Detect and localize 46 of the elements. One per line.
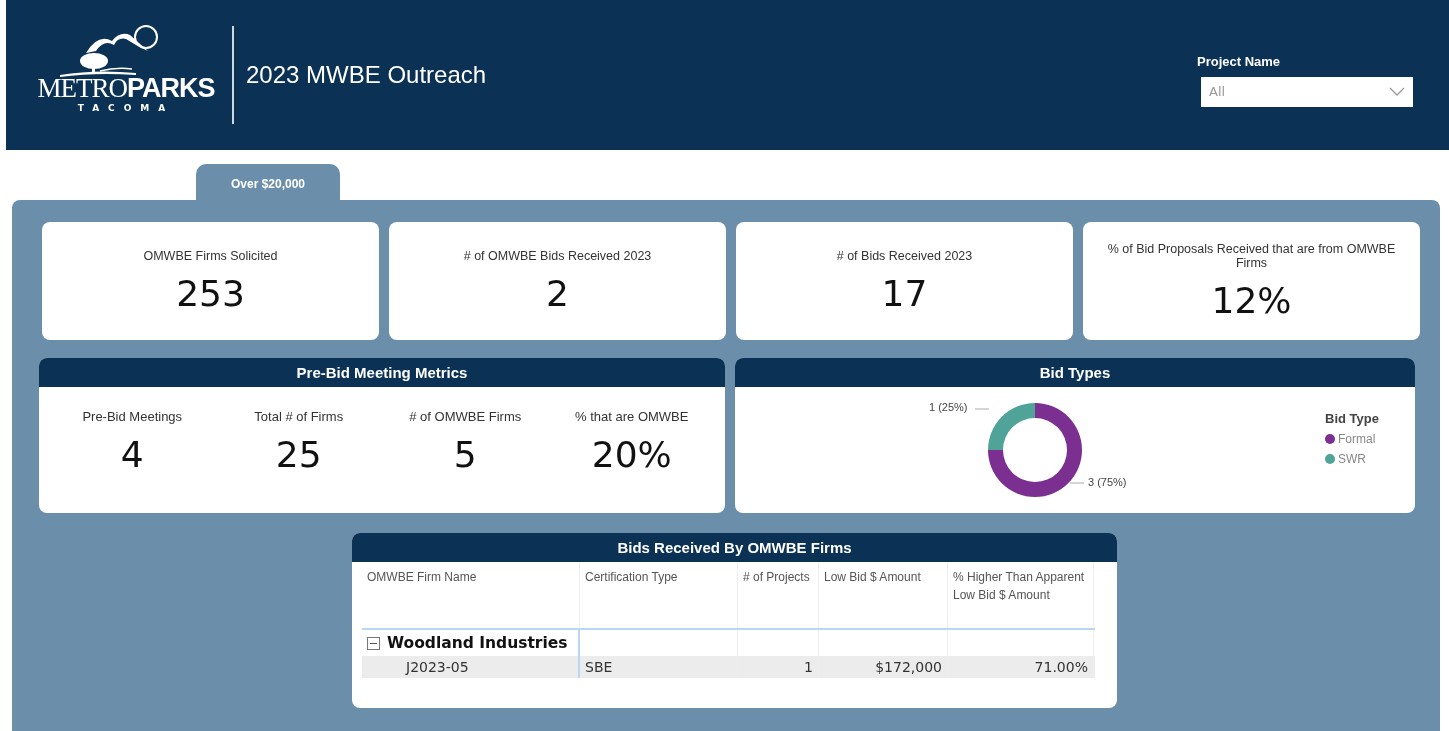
metric-label: Total # of Firms (254, 409, 344, 424)
kpi-value: 17 (881, 272, 928, 314)
column-header: % Higher Than Apparent Low Bid $ Amount (948, 562, 1094, 628)
table-cell: 1 (738, 656, 819, 678)
logo-subtitle: TACOMA (77, 103, 175, 113)
column-header: Low Bid $ Amount (819, 562, 948, 628)
metric-label: # of OMWBE Firms (409, 409, 522, 424)
card-title: Bids Received By OMWBE Firms (352, 533, 1117, 562)
group-name: Woodland Industries (387, 634, 568, 652)
legend-label: SWR (1338, 452, 1366, 466)
metric-label: % that are OMWBE (575, 409, 689, 424)
legend-label: Formal (1338, 432, 1376, 446)
kpi-label: OMWBE Firms Solicited (143, 248, 278, 263)
data-label: 3 (75%) (1088, 476, 1127, 488)
table-cell: J2023-05 (362, 656, 580, 678)
table-cell: 71.00% (948, 656, 1094, 678)
leader-line (1070, 482, 1084, 484)
kpi-value: 2 (546, 272, 569, 314)
logo-text: PARKS (127, 73, 215, 103)
tab[interactable]: Over $20,000 (196, 164, 340, 200)
kpi-label: % of Bid Proposals Received that are from OMWBE Firms (1107, 241, 1396, 270)
project-dropdown[interactable]: All (1201, 76, 1413, 107)
kpi-label: # of Bids Received 2023 (836, 248, 973, 263)
metric-label: Pre-Bid Meetings (82, 409, 183, 424)
kpi-value: 253 (176, 272, 245, 314)
metric-value: 5 (453, 434, 477, 475)
report-title: 2023 MWBE Outreach (246, 61, 487, 89)
column-header: OMWBE Firm Name (362, 562, 580, 628)
data-label: 1 (25%) (929, 401, 968, 413)
chevron-down-icon (1389, 87, 1405, 96)
collapse-icon[interactable] (367, 636, 380, 650)
filter-label: Project Name (1197, 53, 1282, 69)
table-cell: SBE (578, 656, 738, 678)
leader-line (975, 408, 989, 410)
card-title: Pre-Bid Meeting Metrics (39, 358, 725, 387)
legend-title: Bid Type (1325, 411, 1380, 426)
column-header: # of Projects (738, 562, 819, 628)
metric-value: 4 (120, 434, 144, 475)
card-title: Bid Types (735, 358, 1415, 387)
metric-value: 25 (275, 434, 322, 475)
kpi-value: 12% (1211, 279, 1292, 321)
logo-text: METRO (37, 73, 127, 103)
metric-value: 20% (591, 434, 672, 475)
table-cell: $172,000 (819, 656, 948, 678)
column-header: Certification Type (580, 562, 738, 628)
kpi-label: # of OMWBE Bids Received 2023 (463, 248, 652, 263)
